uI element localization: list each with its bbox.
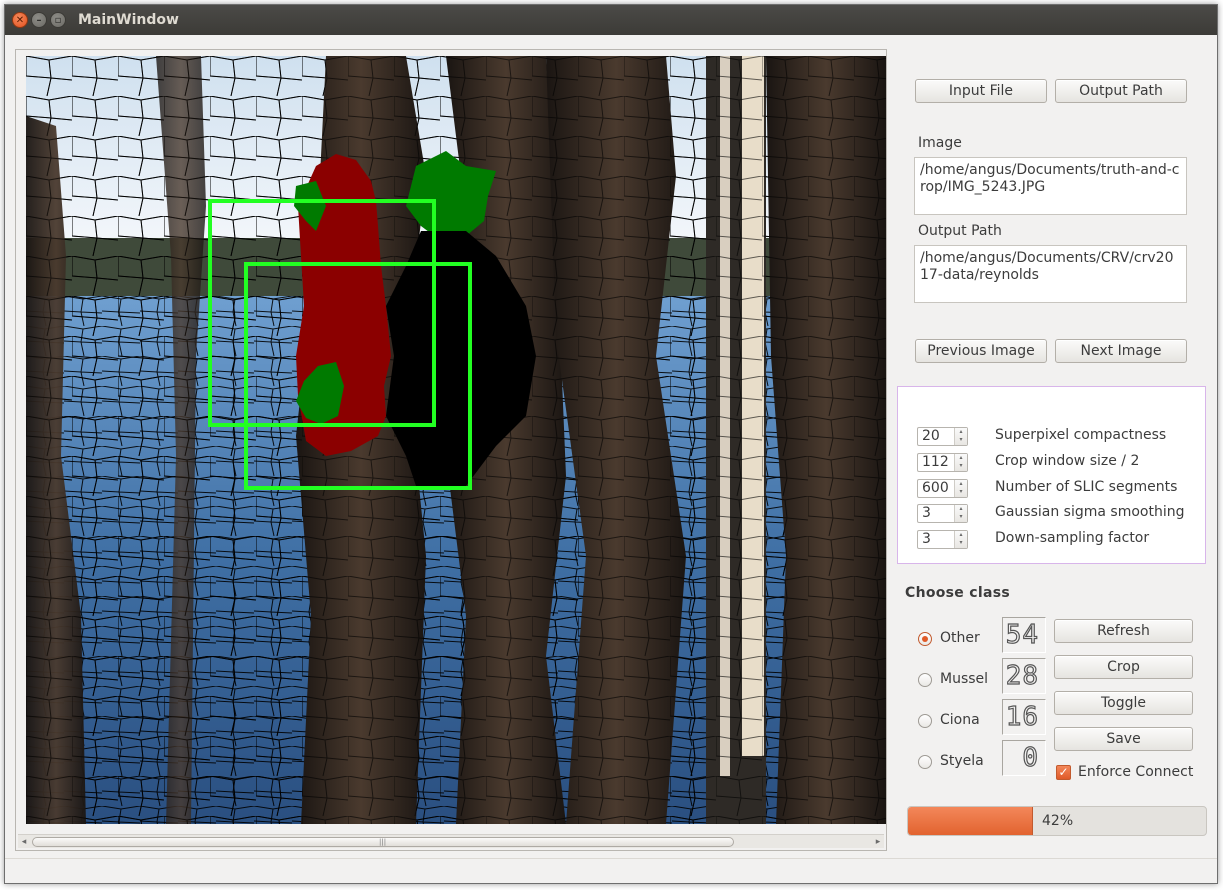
horizontal-scrollbar[interactable]: ◂ ||| ▸ <box>18 834 884 848</box>
class-label-other: Other <box>940 630 980 646</box>
progress-bar: 42% <box>907 806 1207 836</box>
class-label-ciona: Ciona <box>940 712 980 728</box>
count-mussel: 28 <box>1002 658 1046 694</box>
close-icon[interactable]: ✕ <box>12 12 28 28</box>
output-path-field[interactable]: /home/angus/Documents/CRV/crv2017-data/r… <box>914 245 1187 303</box>
spin-arrows-icon[interactable]: ▴ ▾ <box>954 531 967 548</box>
enforce-connect-checkbox[interactable]: ✓ <box>1056 765 1071 780</box>
image-label: Image <box>918 135 962 151</box>
toggle-button[interactable]: Toggle <box>1054 691 1193 715</box>
count-styela: 0 <box>1002 740 1046 776</box>
scroll-right-icon[interactable]: ▸ <box>872 835 884 849</box>
status-bar <box>5 858 1217 884</box>
title-bar: ✕ – ▫ MainWindow <box>5 5 1217 35</box>
spin-arrows-icon[interactable]: ▴ ▾ <box>954 505 967 522</box>
segmentation-canvas <box>26 56 886 824</box>
save-button[interactable]: Save <box>1054 727 1193 751</box>
radio-styela[interactable] <box>918 755 932 769</box>
enforce-connect-label: Enforce Connect <box>1078 764 1194 780</box>
gaussian-sigma-label: Gaussian sigma smoothing <box>995 504 1185 520</box>
class-label-styela: Styela <box>940 753 984 769</box>
maximize-icon[interactable]: ▫ <box>50 12 66 28</box>
segmentation-image[interactable] <box>26 56 886 824</box>
previous-image-button[interactable]: Previous Image <box>915 339 1047 363</box>
next-image-button[interactable]: Next Image <box>1055 339 1187 363</box>
downsampling-label: Down-sampling factor <box>995 530 1150 546</box>
image-path-field[interactable]: /home/angus/Documents/truth-and-crop/IMG… <box>914 157 1187 215</box>
gaussian-sigma-spinbox[interactable]: 3 ▴ ▾ <box>917 504 968 523</box>
progress-text: 42% <box>1042 813 1074 829</box>
spin-arrows-icon[interactable]: ▴ ▾ <box>954 480 967 497</box>
crop-window-spinbox[interactable]: 112 ▴ ▾ <box>917 453 968 472</box>
output-path-button[interactable]: Output Path <box>1055 79 1187 103</box>
progress-fill <box>908 807 1034 835</box>
radio-mussel[interactable] <box>918 673 932 687</box>
scroll-left-icon[interactable]: ◂ <box>18 835 30 849</box>
slic-segments-label: Number of SLIC segments <box>995 479 1178 495</box>
output-path-label: Output Path <box>918 223 1002 239</box>
radio-other[interactable] <box>918 632 932 646</box>
count-ciona: 16 <box>1002 699 1046 735</box>
crop-button[interactable]: Crop <box>1054 655 1193 679</box>
crop-window-label: Crop window size / 2 <box>995 453 1140 469</box>
refresh-button[interactable]: Refresh <box>1054 619 1193 643</box>
parameters-panel: 20 ▴ ▾ Superpixel compactness 112 ▴ ▾ Crop w… <box>897 386 1206 564</box>
scrollbar-thumb[interactable]: ||| <box>32 837 734 847</box>
slic-segments-spinbox[interactable]: 600 ▴ ▾ <box>917 479 968 498</box>
choose-class-heading: Choose class <box>905 585 1010 601</box>
compactness-spinbox[interactable]: 20 ▴ ▾ <box>917 427 968 446</box>
window-title: MainWindow <box>78 12 179 28</box>
compactness-label: Superpixel compactness <box>995 427 1167 443</box>
spin-arrows-icon[interactable]: ▴ ▾ <box>954 428 967 445</box>
downsampling-spinbox[interactable]: 3 ▴ ▾ <box>917 530 968 549</box>
class-label-mussel: Mussel <box>940 671 989 687</box>
radio-ciona[interactable] <box>918 714 932 728</box>
image-scroll-area[interactable]: ◂ ||| ▸ <box>15 49 887 851</box>
main-window: ✕ – ▫ MainWindow ◂ ||| ▸ Input File Outp… <box>4 4 1218 884</box>
input-file-button[interactable]: Input File <box>915 79 1047 103</box>
minimize-icon[interactable]: – <box>31 12 47 28</box>
checkmark-icon: ✓ <box>1058 765 1069 779</box>
spin-arrows-icon[interactable]: ▴ ▾ <box>954 454 967 471</box>
grip-icon: ||| <box>379 838 387 846</box>
count-other: 54 <box>1002 617 1046 653</box>
